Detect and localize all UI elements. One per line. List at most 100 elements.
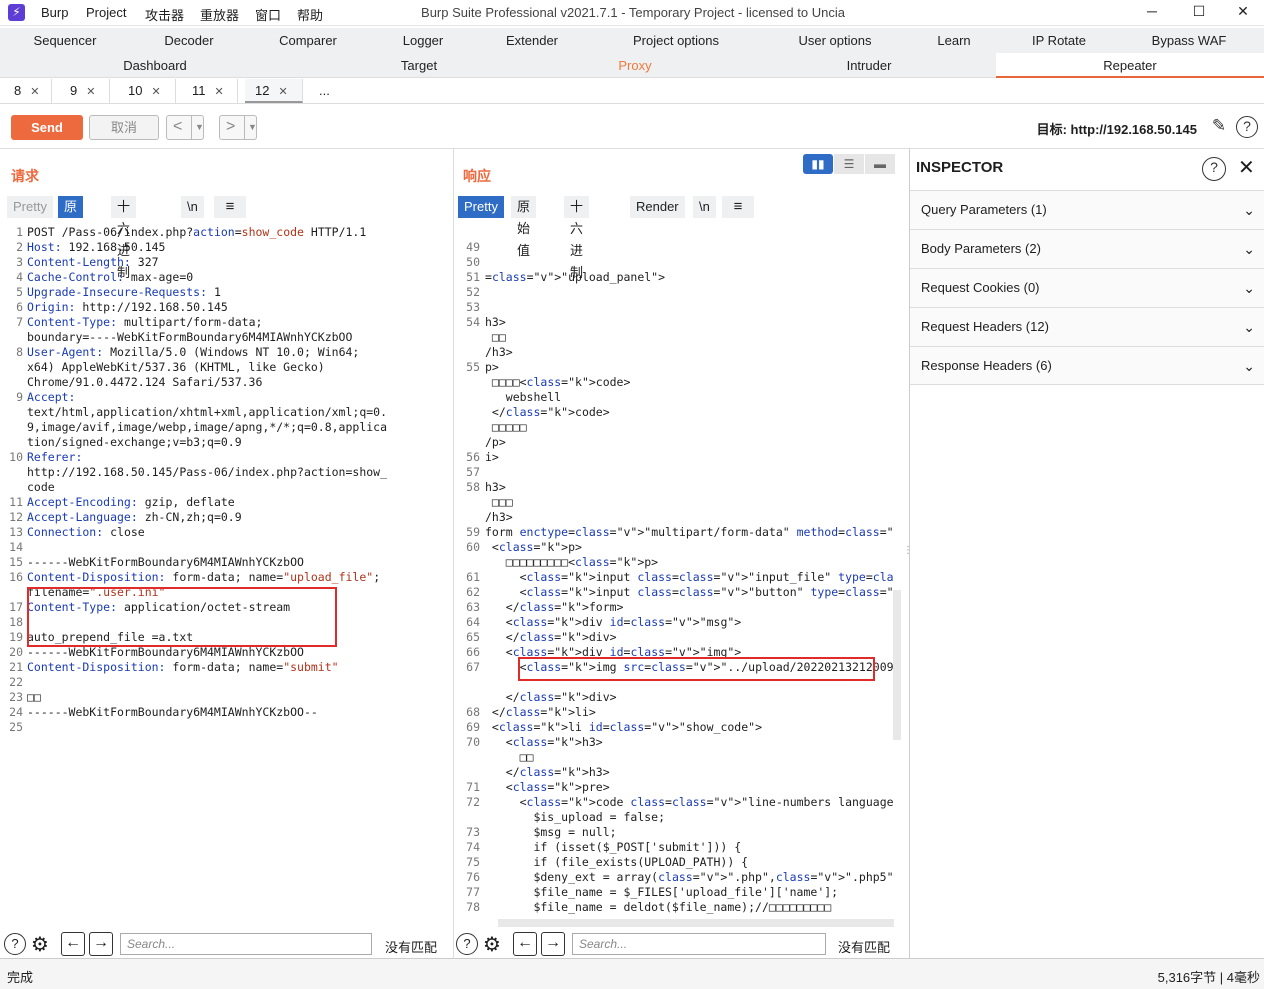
tab-render[interactable]: Render bbox=[630, 196, 685, 218]
code-line: code bbox=[3, 480, 450, 495]
vertical-scrollbar[interactable] bbox=[893, 590, 901, 740]
tab-sequencer[interactable]: Sequencer bbox=[0, 28, 130, 53]
close-icon[interactable]: ✕ bbox=[30, 86, 39, 98]
layout-top-bottom-icon[interactable]: ☰ bbox=[834, 154, 864, 174]
code-text: $file_name = $_FILES['upload_file']['nam… bbox=[485, 885, 839, 899]
line-number: 64 bbox=[466, 615, 480, 629]
tab-newline[interactable]: \n bbox=[181, 196, 204, 218]
subtab-more[interactable]: ... bbox=[309, 79, 343, 103]
layout-tabs-icon[interactable]: ▬ bbox=[865, 154, 895, 174]
code-text: if (isset($_POST['submit'])) { bbox=[485, 840, 742, 854]
cancel-button[interactable]: 取消 bbox=[89, 115, 159, 140]
gear-icon[interactable]: ⚙ bbox=[483, 932, 501, 957]
target-label[interactable]: 目标: http://192.168.50.145 bbox=[1037, 119, 1197, 138]
layout-side-by-side-icon[interactable]: ▮▮ bbox=[803, 154, 833, 174]
code-text: Chrome/91.0.4472.124 Safari/537.36 bbox=[27, 375, 263, 389]
arrow-left-icon[interactable]: ← bbox=[61, 932, 85, 956]
edit-pencil-icon[interactable]: ✎ bbox=[1208, 116, 1230, 138]
tab-logger[interactable]: Logger bbox=[368, 28, 478, 53]
arrow-left-icon[interactable]: ← bbox=[513, 932, 537, 956]
status-text: 完成 bbox=[7, 970, 34, 985]
tab-hex[interactable]: 十六进制 bbox=[564, 196, 590, 280]
close-icon[interactable]: ✕ bbox=[215, 86, 224, 98]
maximize-icon[interactable]: ☐ bbox=[1184, 3, 1214, 20]
tab-learn[interactable]: Learn bbox=[904, 28, 1004, 53]
arrow-right-icon[interactable]: → bbox=[89, 932, 113, 956]
tab-decoder[interactable]: Decoder bbox=[130, 28, 248, 53]
response-editor[interactable]: 49 50 51 =class="v">"upload_panel"> 52 53 54 h3… bbox=[460, 240, 894, 920]
code-text: form enctype=class="v">"multipart/form-d… bbox=[485, 525, 894, 539]
subtab-10[interactable]: 10 ✕ bbox=[118, 79, 176, 103]
code-text: Cache-Control: max-age=0 bbox=[27, 270, 194, 284]
code-line: 13 Connection: close bbox=[3, 525, 450, 540]
inspector-request-cookies[interactable]: Request Cookies (0) ⌄ bbox=[910, 268, 1264, 307]
menu-icon[interactable]: ≡ bbox=[722, 196, 754, 218]
inspector-body-params[interactable]: Body Parameters (2) ⌄ bbox=[910, 229, 1264, 268]
close-icon[interactable]: ✕ bbox=[86, 86, 95, 98]
no-match-label: 没有匹配 bbox=[385, 940, 438, 955]
close-icon[interactable]: ✕ bbox=[1238, 155, 1255, 180]
tab-intruder[interactable]: Intruder bbox=[742, 53, 996, 78]
minimize-icon[interactable]: ─ bbox=[1137, 3, 1167, 19]
tab-extender[interactable]: Extender bbox=[478, 28, 586, 53]
arrow-right-icon[interactable]: → bbox=[541, 932, 565, 956]
code-text: <class="k">pre> bbox=[485, 780, 610, 794]
code-line: □□ bbox=[460, 330, 894, 345]
subtab-11[interactable]: 11 ✕ bbox=[182, 79, 238, 103]
tab-comparer[interactable]: Comparer bbox=[248, 28, 368, 53]
search-input[interactable]: Search... bbox=[120, 933, 372, 955]
tab-raw[interactable]: 原始值 bbox=[58, 196, 84, 258]
send-button[interactable]: Send bbox=[11, 115, 83, 140]
tab-newline[interactable]: \n bbox=[693, 196, 716, 218]
tab-proxy[interactable]: Proxy bbox=[528, 53, 742, 78]
inspector-query-params[interactable]: Query Parameters (1) ⌄ bbox=[910, 190, 1264, 229]
code-line: 50 bbox=[460, 255, 894, 270]
code-text: Upgrade-Insecure-Requests: 1 bbox=[27, 285, 221, 299]
tab-project-options[interactable]: Project options bbox=[586, 28, 766, 53]
tab-pretty[interactable]: Pretty bbox=[7, 196, 53, 218]
code-text: h3> bbox=[485, 480, 506, 494]
tab-dashboard[interactable]: Dashboard bbox=[0, 53, 310, 78]
request-editor[interactable]: 1 POST /Pass-06/index.php?action=show_cod… bbox=[3, 225, 450, 925]
dropdown-icon[interactable]: ▼ bbox=[244, 116, 257, 139]
line-number: 23 bbox=[9, 690, 23, 704]
help-icon[interactable]: ? bbox=[456, 933, 478, 955]
back-button[interactable]: < ▼ bbox=[166, 115, 204, 140]
line-number: 16 bbox=[9, 570, 23, 584]
splitter-handle[interactable]: ⋮ bbox=[903, 545, 913, 565]
tab-target[interactable]: Target bbox=[310, 53, 528, 78]
tab-raw[interactable]: 原始值 bbox=[511, 196, 537, 258]
tab-pretty[interactable]: Pretty bbox=[458, 196, 504, 218]
tab-hex[interactable]: 十六进制 bbox=[111, 196, 137, 280]
code-text: Origin: http://192.168.50.145 bbox=[27, 300, 228, 314]
horizontal-scrollbar[interactable] bbox=[498, 919, 894, 927]
close-icon[interactable]: ✕ bbox=[151, 86, 160, 98]
chevron-down-icon: ⌄ bbox=[1243, 202, 1255, 218]
subtab-8[interactable]: 8 ✕ bbox=[4, 79, 52, 103]
tab-ip-rotate[interactable]: IP Rotate bbox=[1004, 28, 1114, 53]
tab-bypass-waf[interactable]: Bypass WAF bbox=[1114, 28, 1264, 53]
dropdown-icon[interactable]: ▼ bbox=[191, 116, 204, 139]
close-window-icon[interactable]: ✕ bbox=[1228, 3, 1258, 20]
help-icon[interactable]: ? bbox=[1202, 157, 1226, 181]
line-number: 14 bbox=[9, 540, 23, 554]
subtab-12[interactable]: 12 ✕ bbox=[245, 79, 303, 103]
row-label: Request Cookies (0) bbox=[921, 280, 1040, 295]
menu-icon[interactable]: ≡ bbox=[214, 196, 246, 218]
close-icon[interactable]: ✕ bbox=[278, 86, 287, 98]
code-line: 73 $msg = null; bbox=[460, 825, 894, 840]
inspector-response-headers[interactable]: Response Headers (6) ⌄ bbox=[910, 346, 1264, 385]
help-icon[interactable]: ? bbox=[1236, 116, 1258, 138]
inspector-request-headers[interactable]: Request Headers (12) ⌄ bbox=[910, 307, 1264, 346]
forward-button[interactable]: > ▼ bbox=[219, 115, 257, 140]
subtab-9[interactable]: 9 ✕ bbox=[60, 79, 110, 103]
line-number: 54 bbox=[466, 315, 480, 329]
tab-repeater[interactable]: Repeater bbox=[996, 53, 1264, 78]
search-input[interactable]: Search... bbox=[572, 933, 826, 955]
tab-user-options[interactable]: User options bbox=[766, 28, 904, 53]
gear-icon[interactable]: ⚙ bbox=[31, 932, 49, 957]
code-text: p> bbox=[485, 360, 499, 374]
code-line: 62 <class="k">input class=class="v">"but… bbox=[460, 585, 894, 600]
help-icon[interactable]: ? bbox=[4, 933, 26, 955]
code-line: boundary=----WebKitFormBoundary6M4MIAWnh… bbox=[3, 330, 450, 345]
